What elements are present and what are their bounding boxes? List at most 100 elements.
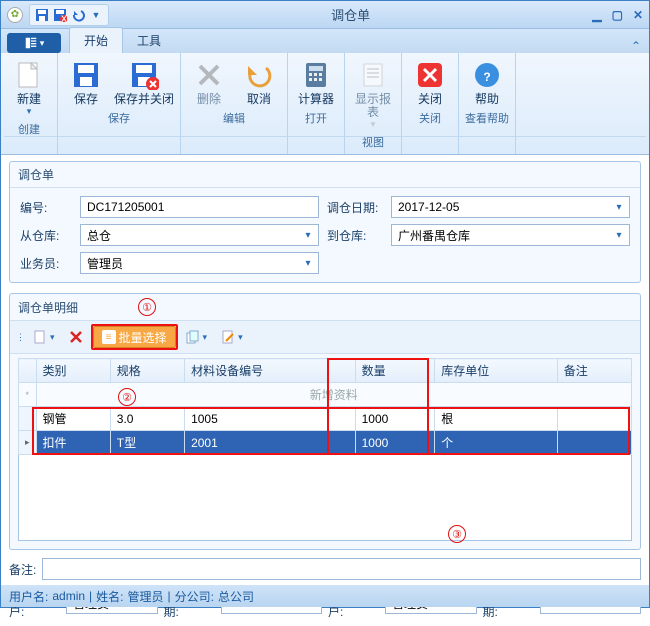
group-label: 保存 [62,110,176,128]
delete-button[interactable]: 删除 [185,57,233,108]
new-icon [13,59,45,91]
tab-start[interactable]: 开始 [69,27,123,53]
undo-icon [243,59,275,91]
pin-ribbon-icon[interactable]: ⌃ [631,39,641,53]
detail-header: 调仓单明细 ① [10,294,640,320]
toolbar-new-button[interactable]: ▾ [27,326,61,348]
group-view: 显示报表▾ 视图 [345,53,402,154]
status-user-label: 用户名: [9,588,48,605]
app-menu-button[interactable]: ▾ [7,33,61,53]
to-field[interactable]: 广州番禺仓库▾ [391,224,630,246]
help-button[interactable]: ?帮助 [463,57,511,108]
batch-select-button[interactable]: ≡批量选择 [93,326,176,348]
col-unit[interactable]: 库存单位 [435,359,557,383]
col-remark[interactable]: 备注 [557,359,631,383]
from-field[interactable]: 总仓▾ [80,224,319,246]
group-open: 计算器 打开 [288,53,345,154]
new-button[interactable]: 新建▾ [5,57,53,119]
status-bar: 用户名: admin | 姓名: 管理员 | 分公司: 总公司 [1,585,649,607]
calculator-icon [300,59,332,91]
calculator-button[interactable]: 计算器 [292,57,340,108]
group-close: 关闭 关闭 [402,53,459,154]
chevron-down-icon[interactable]: ▾ [611,227,627,243]
group-label: 创建 [5,121,53,139]
toolbar-delete-button[interactable] [63,326,89,348]
col-spec[interactable]: 规格 [110,359,184,383]
save-close-button[interactable]: 保存并关闭 [112,57,176,108]
list-icon: ≡ [102,330,116,344]
table-row[interactable]: ▸扣件T型20011000个 [19,431,632,455]
header-form: 编号: DC171205001 调仓日期: 2017-12-05▾ 从仓库: 总… [10,188,640,282]
no-field[interactable]: DC171205001 [80,196,319,218]
ribbon-tabs: ▾ 开始 工具 ⌃ [1,29,649,53]
group-create: 新建▾ 创建 [1,53,58,154]
date-field[interactable]: 2017-12-05▾ [391,196,630,218]
remarks-row: 备注: [9,558,641,580]
minimize-button[interactable]: ▁ [592,8,601,22]
detail-title: 调仓单明细 [18,299,78,316]
row-header [19,359,37,383]
remark-field[interactable] [42,558,641,580]
group-edit: 删除 取消 编辑 [181,53,288,154]
window-title: 调仓单 [109,5,592,24]
svg-text:x: x [61,11,67,22]
qat-dropdown-icon[interactable]: ▼ [88,7,104,23]
new-row[interactable]: *新增资料 [19,383,632,407]
tab-tools[interactable]: 工具 [123,28,175,53]
maximize-button[interactable]: ▢ [612,8,623,22]
toolbar-copy-button[interactable]: ▾ [180,326,214,348]
detail-panel: 调仓单明细 ① ⋮ ▾ ≡批量选择 ▾ ▾ 类别 规格 材料设备编号 数量 库存… [9,293,641,550]
help-icon: ? [471,59,503,91]
qat-save-icon[interactable] [34,7,50,23]
group-label: 关闭 [406,110,454,128]
detail-table-wrap: 类别 规格 材料设备编号 数量 库存单位 备注 *新增资料 钢管3.010051… [18,358,632,541]
toolbar-edit-button[interactable]: ▾ [215,326,249,348]
col-code[interactable]: 材料设备编号 [185,359,356,383]
report-button[interactable]: 显示报表▾ [349,57,397,132]
chevron-down-icon[interactable]: ▾ [300,227,316,243]
svg-text:?: ? [483,70,490,84]
no-label: 编号: [20,199,72,216]
save-close-icon [128,59,160,91]
cancel-button[interactable]: 取消 [235,57,283,108]
save-button[interactable]: 保存 [62,57,110,108]
remark-label: 备注: [9,561,36,578]
header-panel: 调仓单 编号: DC171205001 调仓日期: 2017-12-05▾ 从仓… [9,161,641,283]
quick-access-toolbar: x ▼ [29,4,109,26]
title-bar: ✿ x ▼ 调仓单 ▁ ▢ ✕ [1,1,649,29]
status-branch: 总公司 [218,588,254,605]
status-branch-label: 分公司: [175,588,214,605]
to-label: 到仓库: [327,227,383,244]
detail-toolbar: ⋮ ▾ ≡批量选择 ▾ ▾ [10,320,640,354]
ribbon: 新建▾ 创建 保存 保存并关闭 保存 删除 取消 编辑 计算器 打开 显示报表▾… [1,53,649,155]
group-label: 查看帮助 [463,110,511,128]
group-help: ?帮助 查看帮助 [459,53,516,154]
close-button[interactable]: ✕ [633,8,643,22]
chevron-down-icon[interactable]: ▾ [611,199,627,215]
qat-undo-icon[interactable] [70,7,86,23]
status-user: admin [52,589,85,603]
app-icon: ✿ [7,7,23,23]
status-name-label: 姓名: [96,588,123,605]
delete-icon [193,59,225,91]
group-label: 视图 [349,134,397,152]
toolbar-anchor-icon[interactable]: ⋮ [16,332,25,343]
detail-table: 类别 规格 材料设备编号 数量 库存单位 备注 *新增资料 钢管3.010051… [18,358,632,455]
col-qty[interactable]: 数量 [355,359,435,383]
report-icon [357,59,389,91]
chevron-down-icon[interactable]: ▾ [300,255,316,271]
clerk-label: 业务员: [20,255,72,272]
table-header-row: 类别 规格 材料设备编号 数量 库存单位 备注 [19,359,632,383]
group-label: 编辑 [185,110,283,128]
annotation-1: ① [138,298,156,316]
qat-saveclose-icon[interactable]: x [52,7,68,23]
group-label: 打开 [292,110,340,128]
date-label: 调仓日期: [327,199,383,216]
table-row[interactable]: 钢管3.010051000根 [19,407,632,431]
col-category[interactable]: 类别 [36,359,110,383]
close-doc-button[interactable]: 关闭 [406,57,454,108]
clerk-field[interactable]: 管理员▾ [80,252,319,274]
panel-title: 调仓单 [10,162,640,188]
close-icon [414,59,446,91]
annotation-box-1: ≡批量选择 [91,324,178,350]
